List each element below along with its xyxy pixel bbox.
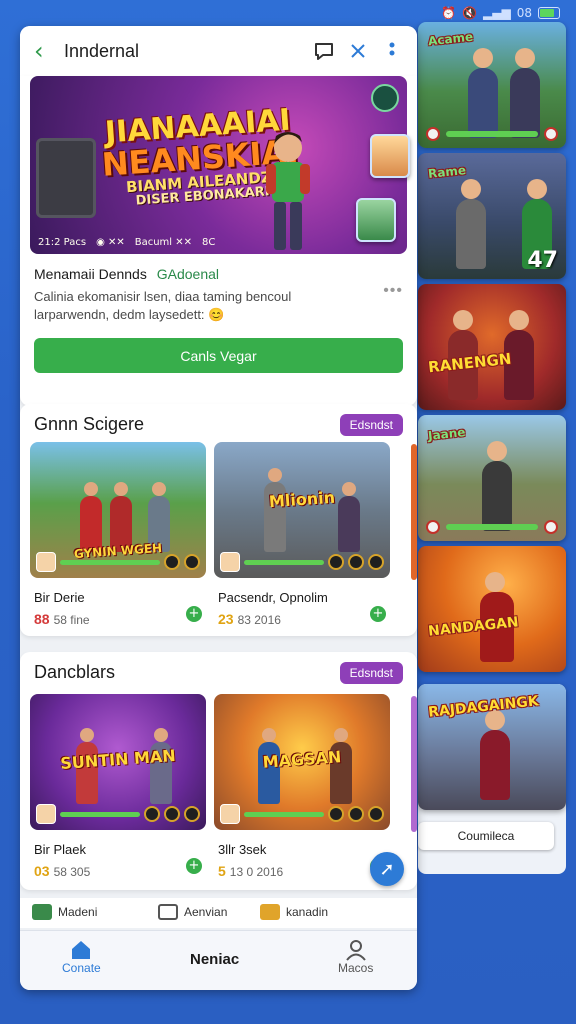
- game-meta: 23 83 2016: [214, 611, 390, 627]
- brand-badge-icon: [371, 84, 399, 112]
- banner-strip-item: Bacuml ✕✕: [134, 237, 193, 248]
- banner-strip-item: 8C: [202, 237, 216, 248]
- quick-links: Madeni Aenvian kanadin: [20, 898, 417, 928]
- featured-game-name: Menamaii Dennds: [34, 266, 147, 282]
- quick-link-label: Aenvian: [184, 905, 228, 919]
- battery-icon: [538, 7, 560, 19]
- game-title: Bir Derie: [34, 590, 85, 605]
- game-meta-text: 58 305: [53, 865, 91, 879]
- close-icon[interactable]: [343, 36, 373, 66]
- nav-label: Macos: [338, 961, 374, 975]
- thumb-logo: SUNTIN MAN: [59, 745, 177, 774]
- game-meta: 88 58 fine: [30, 611, 206, 627]
- scroll-edge-indicator: [411, 696, 417, 832]
- game-thumbnail: GYNIN WGEH: [30, 442, 206, 578]
- game-rating: 88: [34, 611, 50, 627]
- top-bar: ‹ Inndernal: [20, 26, 417, 76]
- banner-strip-item: 21:2 Pacs: [38, 237, 87, 248]
- game-tile[interactable]: Mlionin Pacsendr, Opnolim 23 83 2016 +: [214, 442, 390, 627]
- featured-description: Calinia ekomanisir lsen, diaa taming ben…: [34, 289, 292, 322]
- nav-label: Conate: [62, 961, 101, 975]
- floating-thumb[interactable]: [370, 134, 410, 178]
- game-thumbnail: MAGSAN: [214, 694, 390, 830]
- game-meta-text: 13 0 2016: [229, 865, 284, 879]
- thumb-logo: MAGSAN: [262, 747, 342, 772]
- featured-info: Menamaii Dennds GAdoenal Calinia ekomani…: [34, 266, 403, 324]
- game-title: 3llr 3sek: [218, 842, 267, 857]
- page-title: Inndernal: [64, 40, 140, 61]
- game-icon: [32, 904, 52, 920]
- rail-card[interactable]: Rame 47: [418, 153, 566, 279]
- quick-link[interactable]: Aenvian: [158, 904, 227, 920]
- user-icon: [345, 940, 366, 961]
- rail-card[interactable]: NANDAGAN: [418, 546, 566, 672]
- bottom-navigation: Conate Neniac Macos: [20, 930, 417, 990]
- scroll-edge-indicator: [411, 444, 417, 580]
- primary-cta-button[interactable]: Canls Vegar: [34, 338, 403, 373]
- section-title: Dancblars: [34, 662, 116, 682]
- game-meta: 5 13 0 2016: [214, 863, 390, 879]
- status-time: 08: [516, 6, 532, 20]
- game-section: Gnnn Scigere Edsndst GYNIN WGEH Bir Deri…: [20, 404, 417, 636]
- nav-item-profile[interactable]: Macos: [338, 939, 373, 975]
- nav-item-home[interactable]: Conate: [62, 939, 101, 975]
- robot-figure: [36, 138, 96, 218]
- game-meta-text: 58 fine: [53, 613, 90, 627]
- game-meta-text: 83 2016: [237, 613, 281, 627]
- rail-card[interactable]: RAJDAGAINGK: [418, 684, 566, 810]
- rail-card[interactable]: Acame: [418, 22, 566, 148]
- chat-icon: [158, 904, 178, 920]
- game-rating: 03: [34, 863, 50, 879]
- game-tile[interactable]: SUNTIN MAN Bir Plaek 03 58 305 +: [30, 694, 206, 879]
- chat-icon[interactable]: [309, 36, 339, 66]
- app-window: ‹ Inndernal JIANAAAIAI NEANSKIAI BIANM A…: [20, 26, 417, 990]
- featured-game-card: JIANAAAIAI NEANSKIAI BIANM AILEANDZI DIS…: [20, 76, 417, 406]
- status-bar: ⏰ 🔇 ▂▄▆ 08: [441, 4, 560, 22]
- alarm-icon: ⏰: [441, 6, 457, 20]
- game-thumbnail: Mlionin: [214, 442, 390, 578]
- rail-card-number: 47: [527, 248, 558, 273]
- game-title: Bir Plaek: [34, 842, 87, 857]
- more-vertical-icon[interactable]: [377, 36, 407, 66]
- section-badge[interactable]: Edsndst: [339, 414, 403, 436]
- banner-strip: 21:2 Pacs ◉ ✕✕ Bacuml ✕✕ 8C: [38, 237, 215, 248]
- home-icon: [72, 941, 91, 959]
- add-icon[interactable]: +: [186, 858, 202, 874]
- featured-banner[interactable]: JIANAAAIAI NEANSKIAI BIANM AILEANDZI DIS…: [30, 76, 407, 254]
- game-title: Pacsendr, Opnolim: [218, 590, 328, 605]
- add-icon[interactable]: +: [186, 606, 202, 622]
- section-badge[interactable]: Edsndst: [339, 662, 403, 684]
- game-thumbnail: SUNTIN MAN: [30, 694, 206, 830]
- quick-link-label: Madeni: [58, 905, 98, 919]
- emoji-icon: 😊: [208, 307, 225, 322]
- add-icon[interactable]: +: [370, 606, 386, 622]
- quick-link[interactable]: kanadin: [260, 904, 328, 920]
- game-tile[interactable]: GYNIN WGEH Bir Derie 88 58 fine +: [30, 442, 206, 627]
- game-tile[interactable]: MAGSAN 3llr 3sek 513 0 2016 +: [214, 694, 390, 879]
- floating-thumb[interactable]: [356, 198, 396, 242]
- mute-icon: 🔇: [462, 6, 478, 20]
- game-rating: 23: [218, 611, 234, 627]
- rail-card[interactable]: Jaane: [418, 415, 566, 541]
- game-rating: 5: [218, 863, 226, 879]
- back-icon[interactable]: ‹: [34, 37, 60, 65]
- megaphone-icon: [260, 904, 280, 920]
- game-section: Dancblars Edsndst SUNTIN MAN Bir Plaek 0…: [20, 652, 417, 890]
- rail-card[interactable]: RANENGN: [418, 284, 566, 410]
- game-meta: 03 58 305: [30, 863, 206, 879]
- developer-link[interactable]: GAdoenal: [157, 266, 219, 282]
- signal-icon: ▂▄▆: [483, 6, 511, 20]
- quick-link[interactable]: Madeni: [32, 904, 97, 920]
- more-options-icon[interactable]: •••: [383, 282, 403, 300]
- floating-action-button[interactable]: ➚: [370, 852, 404, 886]
- banner-strip-item: ◉ ✕✕: [96, 237, 125, 248]
- nav-center-label[interactable]: Neniac: [190, 951, 239, 968]
- rail-action-button[interactable]: Coumileca: [418, 822, 554, 850]
- hero-figure: [266, 132, 310, 250]
- section-title: Gnnn Scigere: [34, 414, 145, 434]
- quick-link-label: kanadin: [286, 905, 329, 919]
